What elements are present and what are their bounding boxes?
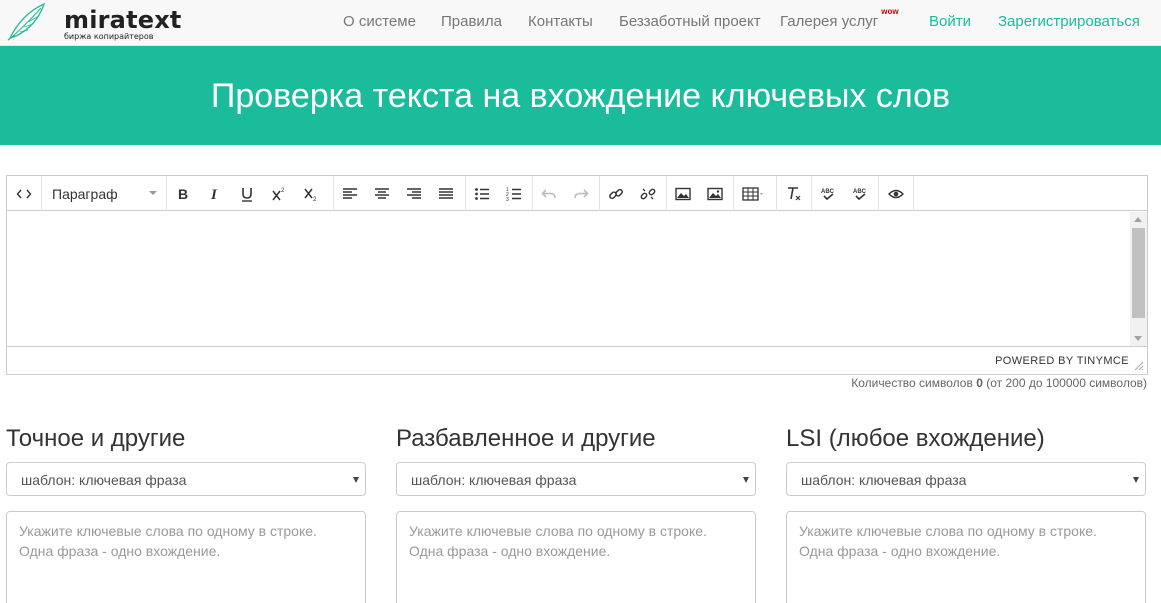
nav-carefree-project[interactable]: Беззаботный проект (619, 13, 761, 30)
keywords-textarea[interactable]: Укажите ключевые слова по одному в строк… (396, 511, 756, 603)
logo-tagline: биржа копирайтеров (64, 32, 154, 41)
nav-rules[interactable]: Правила (441, 13, 502, 30)
svg-text:2: 2 (313, 197, 317, 202)
dropdown-arrow-icon (353, 477, 359, 483)
dropdown-arrow-icon (743, 477, 749, 483)
nav-register[interactable]: Зарегистрироваться (998, 13, 1140, 30)
page-banner: Проверка текста на вхождение ключевых сл… (0, 46, 1161, 145)
keywords-textarea[interactable]: Укажите ключевые слова по одному в строк… (786, 511, 1146, 603)
resize-grip-icon[interactable] (1134, 361, 1144, 371)
svg-text:B: B (178, 186, 188, 202)
placeholder-line-1: Укажите ключевые слова по одному в строк… (799, 523, 1097, 539)
italic-icon[interactable]: I (205, 184, 225, 204)
nav-services-gallery-label: Галерея услуг (780, 13, 879, 30)
unlink-icon[interactable] (638, 184, 658, 204)
top-navbar: miratext биржа копирайтеров О системе Пр… (0, 0, 1161, 46)
numbered-list-icon[interactable]: 123 (504, 184, 524, 204)
editor-scrollbar[interactable] (1130, 212, 1147, 346)
clear-format-icon[interactable] (784, 184, 804, 204)
scrollbar-thumb[interactable] (1132, 228, 1145, 318)
keywords-placeholder: Укажите ключевые слова по одному в строк… (799, 521, 1097, 561)
template-select[interactable]: шаблон: ключевая фраза (396, 462, 756, 496)
keywords-textarea[interactable]: Укажите ключевые слова по одному в строк… (6, 511, 366, 603)
image-alt-icon[interactable] (705, 184, 725, 204)
keywords-placeholder: Укажите ключевые слова по одному в строк… (409, 521, 707, 561)
svg-text:3: 3 (506, 197, 509, 202)
keywords-placeholder: Укажите ключевые слова по одному в строк… (19, 521, 317, 561)
nav-about[interactable]: О системе (343, 13, 416, 30)
link-icon[interactable] (606, 184, 626, 204)
undo-icon[interactable] (539, 184, 559, 204)
counter-value: 0 (976, 376, 983, 390)
underline-icon[interactable] (237, 184, 257, 204)
keyword-column-lsi: LSI (любое вхождение) шаблон: ключевая ф… (786, 425, 1146, 603)
column-title: Точное и другие (6, 425, 186, 452)
image-icon[interactable] (673, 184, 693, 204)
template-select-value: шаблон: ключевая фраза (801, 472, 967, 488)
nav-contacts[interactable]: Контакты (528, 13, 593, 30)
editor-toolbar: Параграф B I 2 2 123 ABC ABC (7, 176, 1147, 211)
nav-services-gallery[interactable]: Галерея услугwow (780, 7, 899, 30)
rich-text-editor: Параграф B I 2 2 123 ABC ABC POWERED BY … (6, 175, 1148, 375)
align-left-icon[interactable] (340, 184, 360, 204)
page-title: Проверка текста на вхождение ключевых сл… (210, 77, 951, 115)
chevron-down-icon (149, 191, 157, 195)
template-select[interactable]: шаблон: ключевая фраза (786, 462, 1146, 496)
align-right-icon[interactable] (404, 184, 424, 204)
subscript-icon[interactable]: 2 (301, 184, 321, 204)
counter-prefix: Количество символов (851, 376, 973, 390)
scroll-up-icon[interactable] (1134, 217, 1142, 222)
placeholder-line-1: Укажите ключевые слова по одному в строк… (409, 523, 707, 539)
superscript-icon[interactable]: 2 (269, 184, 289, 204)
powered-by-label[interactable]: POWERED BY TINYMCE (995, 355, 1129, 367)
format-dropdown-value: Параграф (52, 186, 118, 202)
align-justify-icon[interactable] (436, 184, 456, 204)
keyword-column-diluted: Разбавленное и другие шаблон: ключевая ф… (396, 425, 756, 603)
placeholder-line-2: Одна фраза - одно вхождение. (799, 543, 1001, 559)
template-select-value: шаблон: ключевая фраза (411, 472, 577, 488)
placeholder-line-2: Одна фраза - одно вхождение. (409, 543, 611, 559)
redo-icon[interactable] (571, 184, 591, 204)
placeholder-line-2: Одна фраза - одно вхождение. (19, 543, 221, 559)
spellcheck-icon[interactable]: ABC (818, 184, 838, 204)
column-title: Разбавленное и другие (396, 425, 656, 452)
svg-text:2: 2 (281, 188, 285, 194)
template-select-value: шаблон: ключевая фраза (21, 472, 187, 488)
wow-badge: wow (881, 7, 899, 16)
bullet-list-icon[interactable] (472, 184, 492, 204)
main-nav: О системе Правила Контакты Беззаботный п… (0, 7, 1161, 33)
code-icon[interactable] (14, 184, 34, 204)
keyword-column-exact: Точное и другие шаблон: ключевая фраза У… (6, 425, 366, 603)
counter-suffix: (от 200 до 100000 символов) (986, 376, 1147, 390)
nav-login[interactable]: Войти (929, 13, 971, 30)
scroll-down-icon[interactable] (1134, 336, 1142, 341)
align-center-icon[interactable] (372, 184, 392, 204)
column-title: LSI (любое вхождение) (786, 425, 1045, 452)
bold-icon[interactable]: B (173, 184, 193, 204)
dropdown-arrow-icon (1133, 477, 1139, 483)
editor-content-area[interactable] (7, 212, 1147, 346)
character-counter: Количество символов 0 (от 200 до 100000 … (851, 376, 1147, 390)
template-select[interactable]: шаблон: ключевая фраза (6, 462, 366, 496)
table-icon[interactable] (740, 184, 768, 204)
svg-text:I: I (210, 187, 218, 202)
editor-statusbar: POWERED BY TINYMCE (7, 346, 1147, 374)
spellcheck-alt-icon[interactable]: ABC (850, 184, 870, 204)
preview-icon[interactable] (886, 184, 906, 204)
placeholder-line-1: Укажите ключевые слова по одному в строк… (19, 523, 317, 539)
format-dropdown[interactable]: Параграф (42, 176, 167, 211)
